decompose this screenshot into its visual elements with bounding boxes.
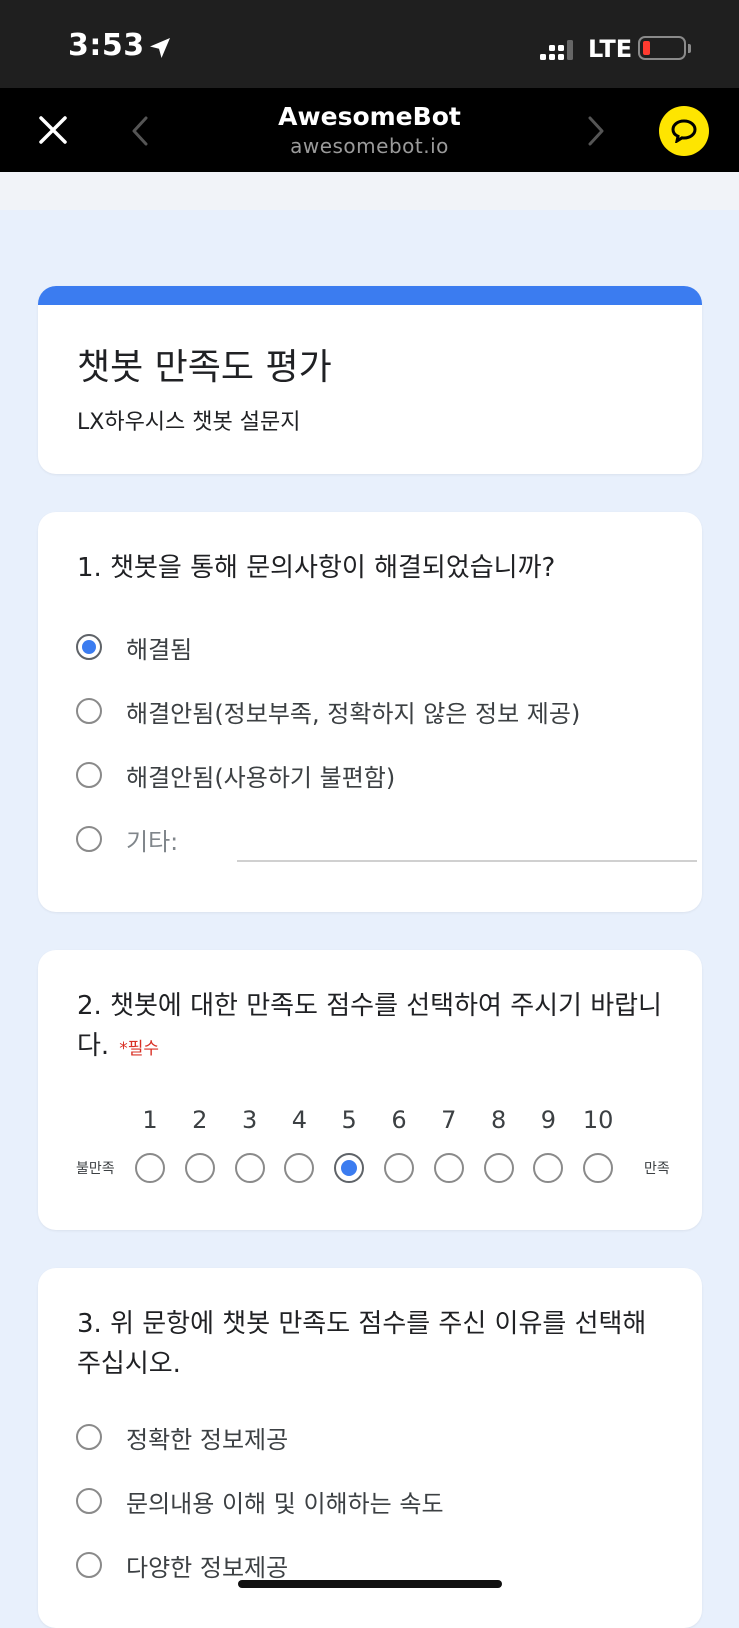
location-arrow-icon — [150, 38, 170, 58]
scale-min-label: 불만족 — [76, 1161, 115, 1177]
scale-radio-5[interactable] — [334, 1153, 365, 1183]
option-label: 문의내용 이해 및 이해하는 속도 — [126, 1490, 444, 1518]
kakao-chat-button[interactable] — [659, 106, 709, 156]
scale-label-6: 6 — [391, 1106, 407, 1134]
radio-resolved[interactable] — [76, 634, 102, 660]
scale-radio-2[interactable] — [184, 1153, 215, 1183]
chat-bubble-icon — [671, 119, 697, 143]
scale-radio-10[interactable] — [583, 1153, 614, 1183]
scale-label-1: 1 — [142, 1106, 158, 1134]
content-top-strip — [0, 172, 739, 210]
question-2-card: 2. 챗봇에 대한 만족도 점수를 선택하여 주시기 바랍니다. *필수 불만족 … — [38, 950, 702, 1230]
scale-radio-6[interactable] — [384, 1153, 414, 1183]
option-label: 다양한 정보제공 — [126, 1554, 289, 1582]
radio-other[interactable] — [76, 826, 102, 852]
radio-unresolved-info[interactable] — [76, 698, 102, 724]
form-title: 챗봇 만족도 평가 — [77, 347, 332, 388]
scale-radio-9[interactable] — [533, 1153, 564, 1183]
scale-radio-3[interactable] — [234, 1153, 265, 1183]
radio-unresolved-inconvenient[interactable] — [76, 762, 102, 788]
question-2-text: 2. 챗봇에 대한 만족도 점수를 선택하여 주시기 바랍니다. — [77, 991, 662, 1061]
page-title: AwesomeBot — [278, 102, 461, 131]
scale-radio-4[interactable] — [284, 1153, 315, 1183]
radio-understanding-speed[interactable] — [76, 1488, 102, 1514]
option-label: 해결안됨(정보부족, 정확하지 않은 정보 제공) — [126, 700, 581, 728]
question-1-title: 1. 챗봇을 통해 문의사항이 해결되었습니까? — [77, 553, 556, 583]
scale-label-4: 4 — [291, 1106, 308, 1134]
network-type: LTE — [588, 35, 633, 63]
battery-tip — [688, 44, 691, 53]
option-label: 해결됨 — [126, 636, 193, 664]
scale-label-3: 3 — [241, 1106, 258, 1134]
option-label: 기타: — [126, 828, 179, 856]
forward-chevron-icon[interactable] — [584, 114, 608, 148]
scale-label-2: 2 — [192, 1106, 208, 1134]
status-time: 3:53 — [68, 28, 145, 63]
status-bar: 3:53 LTE — [0, 0, 739, 88]
cellular-signal-icon — [540, 40, 573, 60]
form-accent-bar — [38, 286, 702, 305]
scale-max-label: 만족 — [644, 1161, 670, 1177]
form-header-card: 챗봇 만족도 평가 LX하우시스 챗봇 설문지 — [38, 286, 702, 474]
scale-label-7: 7 — [441, 1106, 457, 1134]
question-2-title: 2. 챗봇에 대한 만족도 점수를 선택하여 주시기 바랍니다. *필수 — [77, 986, 667, 1069]
scale-label-9: 9 — [540, 1106, 557, 1134]
radio-diverse-info[interactable] — [76, 1552, 102, 1578]
scale-radio-1[interactable] — [135, 1153, 165, 1183]
option-other[interactable]: 기타: — [76, 826, 702, 862]
scale-radio-8[interactable] — [483, 1153, 514, 1183]
form-description: LX하우시스 챗봇 설문지 — [77, 410, 301, 435]
option-label: 해결안됨(사용하기 불편함) — [126, 764, 396, 792]
page-url: awesomebot.io — [290, 134, 449, 158]
scale-radio-7[interactable] — [433, 1153, 464, 1183]
required-marker: *필수 — [119, 1039, 159, 1059]
browser-toolbar: AwesomeBot awesomebot.io — [0, 88, 739, 172]
battery-icon — [638, 36, 686, 60]
radio-accurate-info[interactable] — [76, 1424, 102, 1450]
scale-label-10: 10 — [582, 1106, 614, 1134]
scale-label-8: 8 — [490, 1106, 507, 1134]
option-label: 정확한 정보제공 — [126, 1426, 289, 1454]
question-3-title: 3. 위 문항에 챗봇 만족도 점수를 주신 이유를 선택해 주십시오. — [77, 1309, 647, 1379]
other-text-input[interactable] — [237, 860, 697, 862]
scale-label-5: 5 — [341, 1106, 357, 1134]
home-indicator — [238, 1580, 502, 1588]
question-3-card: 3. 위 문항에 챗봇 만족도 점수를 주신 이유를 선택해 주십시오. 정확한… — [38, 1268, 702, 1628]
question-1-card: 1. 챗봇을 통해 문의사항이 해결되었습니까? 해결됨 해결안됨(정보부족, … — [38, 512, 702, 912]
